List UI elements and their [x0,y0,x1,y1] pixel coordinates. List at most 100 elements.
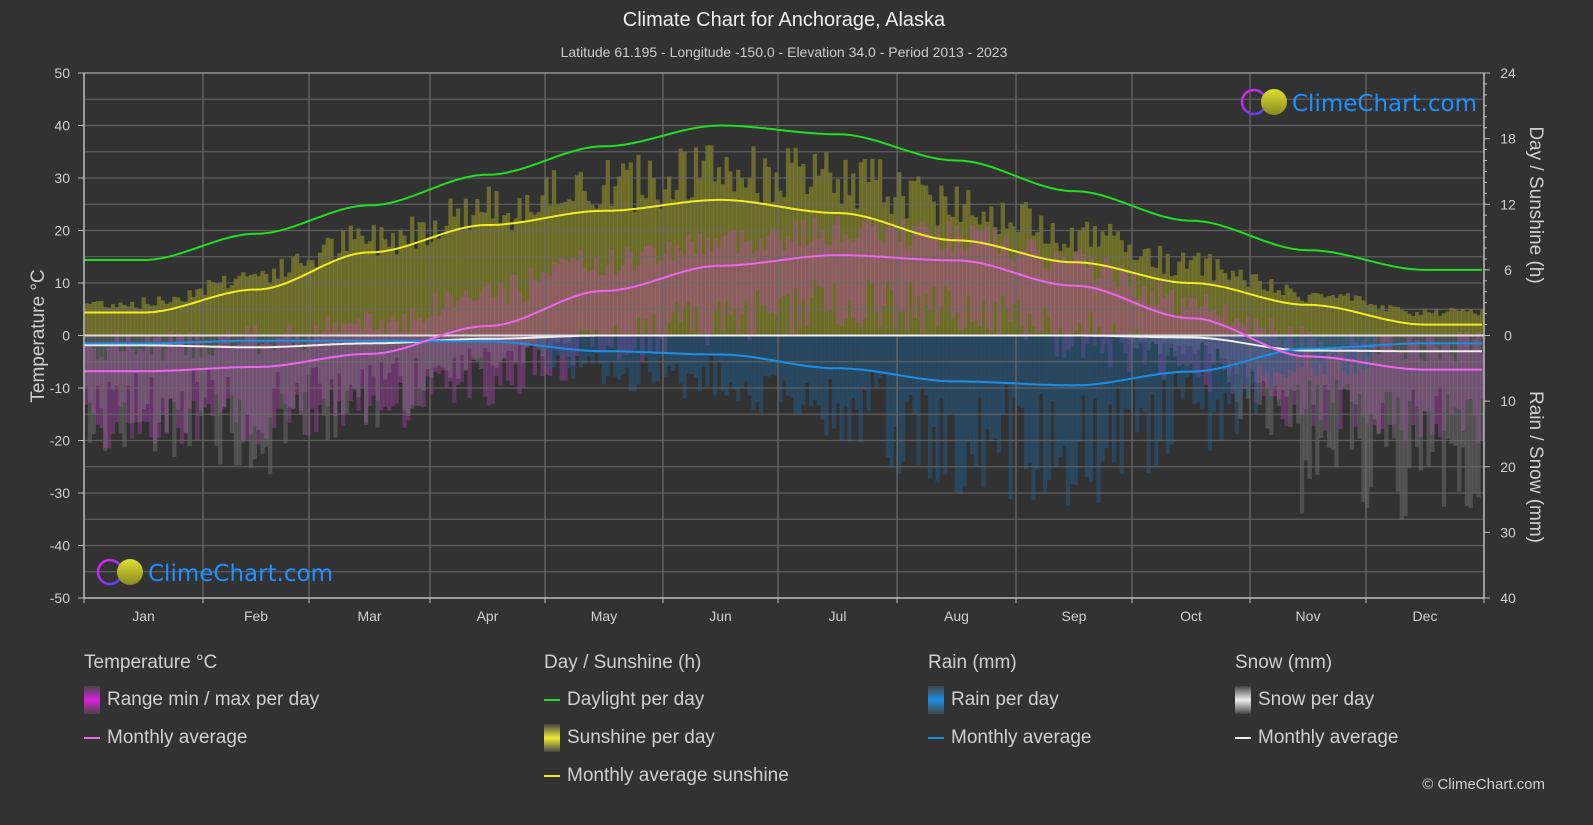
rain-bar [912,335,917,415]
rain-bar [908,335,913,395]
snow-bar [1464,335,1470,506]
sunshine-bar [1315,293,1320,336]
temp-range-bar [851,242,856,318]
temp-range-bar [1050,259,1055,334]
rain-bar [1035,335,1040,471]
temp-range-bar [1046,271,1051,317]
rain-bar [1257,335,1262,364]
temp-range-bar [682,254,687,308]
y-axis-right-top-label: Day / Sunshine (h) [1525,126,1546,283]
snow-bar [172,335,177,458]
rain-bar [778,335,783,403]
snow-bar [187,335,192,447]
snow-bar [87,335,93,443]
rain-bar [1230,335,1236,391]
rain-bar [1085,335,1090,477]
legend-item-label: Monthly average [951,727,1092,748]
y-tick-label-left: -30 [50,485,70,501]
temp-range-bar [858,228,864,328]
sunshine-bar [187,290,192,336]
rain-bar [820,335,825,420]
rain-bar [1154,335,1159,466]
sunshine-bar [1457,310,1462,336]
snow-bar [268,335,273,475]
rain-bar [1361,335,1366,370]
rain-bar [1134,335,1140,433]
rain-bar [1180,335,1186,400]
sunshine-bar [1449,307,1454,336]
temp-range-bar [897,241,902,312]
rain-bar [628,335,633,392]
x-tick-label-may: May [591,608,617,624]
sunshine-bar [1276,289,1282,336]
snow-bar [421,335,426,391]
temp-range-bar [985,226,990,328]
rain-bar [709,335,714,356]
sunshine-bar [256,276,261,336]
rain-bar [1062,335,1067,446]
temp-range-bar [678,251,683,322]
rain-bar [1111,335,1117,463]
y-axis-right-bottom-label: Rain / Snow (mm) [1525,391,1546,543]
temp-range-bar [766,235,771,314]
legend-swatch-line-icon [928,737,944,739]
temp-range-bar [747,240,752,341]
rain-bar [1342,335,1347,371]
rain-bar [590,335,595,365]
rain-bar [1349,335,1354,364]
rain-bar [1288,335,1293,370]
sunshine-bar [337,253,342,336]
y-tick-label-right-top: 24 [1500,65,1516,81]
temp-range-bar [716,247,722,302]
sunshine-bar [329,238,334,336]
rain-bar [939,335,944,399]
temp-range-bar [1042,267,1048,308]
temp-range-bar [563,259,568,381]
rain-bar [889,335,894,469]
rain-bar [1223,335,1228,393]
snow-bar [260,335,265,454]
temp-range-bar [920,221,925,333]
snow-bar [344,335,350,414]
y-tick-label-left: 0 [62,328,70,344]
sunshine-bar [1453,308,1458,336]
temp-range-bar [739,229,745,315]
sunshine-bar [1330,294,1335,336]
snow-bar [164,335,169,433]
y-tick-label-left: 50 [54,65,70,81]
snow-bar [130,335,135,423]
legend-item-label: Monthly average sunshine [567,765,789,786]
y-tick-label-right-bottom: 30 [1500,524,1516,540]
y-tick-label-right-top: 6 [1504,262,1512,278]
temp-range-bar [996,253,1002,335]
legend-swatch-line-icon [544,699,560,701]
temp-range-bar [854,238,860,324]
rain-bar [854,335,860,410]
temp-range-bar [1073,253,1078,331]
legend-group: Day / Sunshine (h) Daylight per day Sunshi… [544,652,789,802]
rain-bar [1322,335,1328,375]
legend-item-label: Range min / max per day [107,689,320,710]
rain-bar [785,335,791,396]
sunshine-bar [118,302,123,336]
rain-bar [567,335,572,369]
rain-bar [881,335,887,374]
snow-bar [191,335,196,370]
temp-range-bar [954,225,959,313]
rain-bar [751,335,756,410]
sunshine-bar [1384,311,1389,336]
rain-bar [674,335,679,364]
watermark-bottom: ClimeChart.com [96,558,333,587]
rain-bar [1150,335,1155,396]
temp-range-bar [1035,249,1040,333]
snow-bar [1403,335,1408,517]
temp-range-bar [1058,261,1063,328]
temp-range-bar [759,239,764,305]
rain-bar [605,335,610,377]
temp-range-bar [667,241,672,323]
temp-range-bar [785,236,791,294]
temp-range-bar [862,221,867,319]
snow-bar [298,335,304,415]
temp-range-bar [732,229,737,309]
rain-bar [1188,335,1193,374]
